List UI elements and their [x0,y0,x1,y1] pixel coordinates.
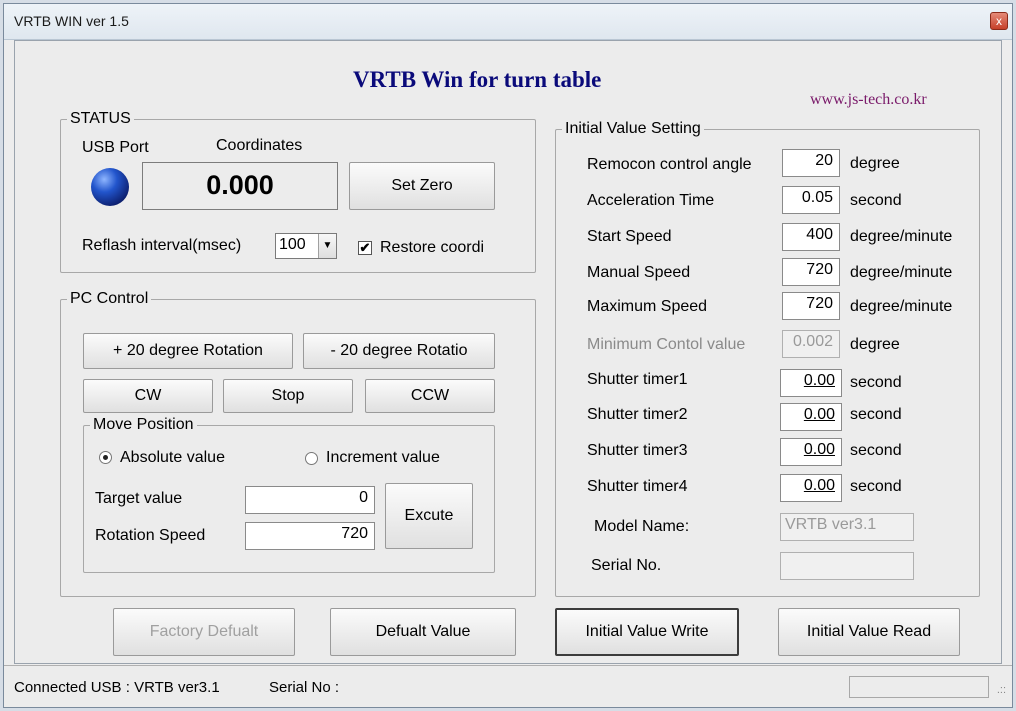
shutter-timer3-value: 0.00 [803,441,835,458]
target-value-input[interactable]: 0 [245,486,375,514]
rotation-speed-input[interactable]: 720 [245,522,375,550]
rotate-plus-button[interactable]: + 20 degree Rotation [83,333,293,369]
maximum-speed-input[interactable]: 720 [782,292,840,320]
shutter-timer1-input[interactable]: 0.00 [780,369,842,397]
initial-value-setting-group-label: Initial Value Setting [562,120,704,138]
model-name-field: VRTB ver3.1 [780,513,914,541]
status-bar: Connected USB : VRTB ver3.1 Serial No : … [4,665,1012,707]
absolute-value-label[interactable]: Absolute value [120,449,225,467]
model-name-label: Model Name: [594,518,690,535]
initial-value-read-button[interactable]: Initial Value Read [778,608,960,656]
maximum-speed-unit: degree/minute [850,298,953,315]
remocon-angle-unit: degree [850,155,900,172]
set-zero-button[interactable]: Set Zero [349,162,495,210]
shutter-timer2-value: 0.00 [803,406,835,423]
app-window: VRTB WIN ver 1.5 x VRTB Win for turn tab… [3,3,1013,708]
setting-label-manual-speed: Manual Speed [587,264,691,281]
target-value-label: Target value [95,490,183,507]
cw-button[interactable]: CW [83,379,213,413]
rotate-minus-button[interactable]: - 20 degree Rotatio [303,333,495,369]
shutter-timer1-unit: second [850,374,902,391]
factory-default-button[interactable]: Factory Defualt [113,608,295,656]
reflash-interval-label: Reflash interval(msec) [82,237,242,254]
acceleration-time-unit: second [850,192,902,209]
shutter-timer4-input[interactable]: 0.00 [780,474,842,502]
start-speed-unit: degree/minute [850,228,953,245]
title-bar[interactable]: VRTB WIN ver 1.5 x [4,4,1012,40]
setting-label-acceleration-time: Acceleration Time [587,192,715,209]
increment-value-radio[interactable] [305,452,318,465]
acceleration-time-input[interactable]: 0.05 [782,186,840,214]
reflash-interval-value: 100 [279,236,306,253]
resize-grip-icon[interactable]: .:: [997,684,1006,696]
main-panel: VRTB Win for turn table www.js-tech.co.k… [14,40,1002,664]
shutter-timer3-unit: second [850,442,902,459]
serial-no-field [780,552,914,580]
minimum-control-input: 0.002 [782,330,840,358]
status-group-label: STATUS [67,110,134,128]
page-title: VRTB Win for turn table [353,67,602,92]
chevron-down-icon[interactable]: ▼ [318,234,336,258]
shutter-timer4-value: 0.00 [803,477,835,494]
restore-coordinates-checkbox[interactable]: ✔ [358,241,372,255]
setting-label-maximum-speed: Maximum Speed [587,298,708,315]
setting-label-start-speed: Start Speed [587,228,672,245]
window-title: VRTB WIN ver 1.5 [14,13,129,29]
setting-label-shutter-timer3: Shutter timer3 [587,442,688,459]
coordinates-display: 0.000 [142,162,338,210]
shutter-timer3-input[interactable]: 0.00 [780,438,842,466]
shutter-timer2-unit: second [850,406,902,423]
shutter-timer4-unit: second [850,478,902,495]
website-label: www.js-tech.co.kr [810,91,927,108]
pc-control-group-label: PC Control [67,290,152,308]
coordinates-label: Coordinates [216,137,303,154]
setting-label-shutter-timer4: Shutter timer4 [587,478,688,495]
close-button[interactable]: x [990,12,1008,30]
usb-port-label: USB Port [82,139,149,156]
restore-coordinates-label[interactable]: Restore coordi [380,239,484,257]
manual-speed-unit: degree/minute [850,264,953,281]
connection-status-text: Connected USB : VRTB ver3.1 [14,679,220,696]
absolute-value-radio[interactable] [99,451,112,464]
manual-speed-input[interactable]: 720 [782,258,840,286]
ccw-button[interactable]: CCW [365,379,495,413]
rotation-speed-label: Rotation Speed [95,527,206,544]
serial-no-label: Serial No. [591,557,662,574]
serial-status-text: Serial No : [269,679,340,696]
setting-label-shutter-timer1: Shutter timer1 [587,371,688,388]
shutter-timer2-input[interactable]: 0.00 [780,403,842,431]
setting-label-shutter-timer2: Shutter timer2 [587,406,688,423]
close-icon: x [996,14,1002,28]
reflash-interval-select[interactable]: 100 ▼ [275,233,337,259]
remocon-angle-input[interactable]: 20 [782,149,840,177]
initial-value-write-button[interactable]: Initial Value Write [555,608,739,656]
minimum-control-unit: degree [850,336,900,353]
move-position-group-label: Move Position [90,416,197,434]
setting-label-remocon-angle: Remocon control angle [587,156,752,173]
execute-button[interactable]: Excute [385,483,473,549]
increment-value-label[interactable]: Increment value [326,449,440,467]
stop-button[interactable]: Stop [223,379,353,413]
default-value-button[interactable]: Defualt Value [330,608,516,656]
shutter-timer1-value: 0.00 [803,372,835,389]
usb-status-indicator [91,168,129,206]
setting-label-minimum-control: Minimum Contol value [587,336,746,353]
status-panel [849,676,989,698]
start-speed-input[interactable]: 400 [782,223,840,251]
